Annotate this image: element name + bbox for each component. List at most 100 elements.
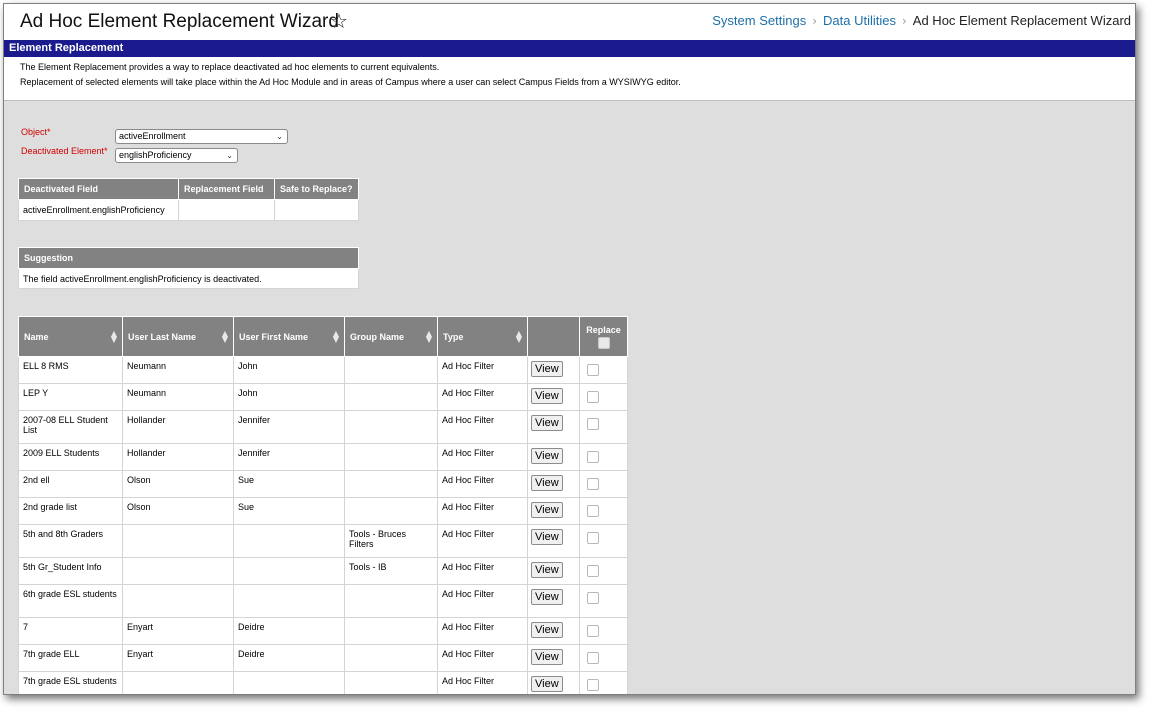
cell-user-last-name: Olson	[122, 470, 234, 498]
cell-view: View	[527, 497, 580, 525]
cell-replace	[579, 470, 628, 498]
view-button[interactable]: View	[531, 622, 563, 638]
deactivated-element-select-value: englishProficiency	[119, 150, 192, 160]
results-table: Name ▲ ▼ User Last Name ▲ ▼ User First Name ▲…	[18, 316, 628, 694]
cell-view: View	[527, 443, 580, 471]
cell-group-name	[344, 644, 438, 672]
cell-view: View	[527, 356, 580, 384]
title-bar: Ad Hoc Element Replacement Wizard ☆ Syst…	[4, 4, 1135, 39]
cell-user-first-name	[233, 671, 345, 694]
cell-group-name	[344, 383, 438, 411]
cell-user-last-name: Hollander	[122, 443, 234, 471]
favorite-star-icon[interactable]: ☆	[330, 9, 348, 33]
col-user-last-name[interactable]: User Last Name ▲ ▼	[122, 316, 234, 357]
table-row: 2009 ELL Students Hollander Jennifer Ad Hoc…	[18, 443, 628, 471]
replace-checkbox[interactable]	[587, 679, 599, 691]
view-button[interactable]: View	[531, 676, 563, 692]
field-table-header: Deactivated Field	[18, 178, 179, 200]
cell-group-name	[344, 617, 438, 645]
view-button[interactable]: View	[531, 388, 563, 404]
cell-view: View	[527, 557, 580, 585]
view-button[interactable]: View	[531, 361, 563, 377]
replace-checkbox[interactable]	[587, 391, 599, 403]
col-group-name[interactable]: Group Name ▲ ▼	[344, 316, 438, 357]
table-row: 5th and 8th Graders Tools - Bruces Filter…	[18, 524, 628, 558]
cell-group-name	[344, 470, 438, 498]
cell-replace	[579, 524, 628, 558]
view-button[interactable]: View	[531, 649, 563, 665]
view-button[interactable]: View	[531, 415, 563, 431]
replace-checkbox[interactable]	[587, 592, 599, 604]
view-button[interactable]: View	[531, 448, 563, 464]
view-button[interactable]: View	[531, 562, 563, 578]
deactivated-element-label: Deactivated Element*	[21, 146, 108, 156]
cell-user-first-name	[233, 524, 345, 558]
cell-user-first-name: John	[233, 356, 345, 384]
view-button[interactable]: View	[531, 475, 563, 491]
cell-user-first-name: Deidre	[233, 644, 345, 672]
cell-user-last-name	[122, 557, 234, 585]
object-select[interactable]: activeEnrollment ⌄	[115, 129, 288, 144]
content-area: Object* activeEnrollment ⌄ Deactivated E…	[4, 101, 1135, 694]
field-table-header: Replacement Field	[178, 178, 275, 200]
cell-user-last-name: Olson	[122, 497, 234, 525]
breadcrumb-system-settings[interactable]: System Settings	[712, 13, 806, 28]
col-name[interactable]: Name ▲ ▼	[18, 316, 123, 357]
suggestion-text: The field activeEnrollment.englishProfic…	[18, 268, 359, 289]
cell-replace	[579, 644, 628, 672]
view-button[interactable]: View	[531, 502, 563, 518]
breadcrumb-current: Ad Hoc Element Replacement Wizard	[912, 13, 1131, 28]
deactivated-element-select[interactable]: englishProficiency ⌄	[115, 148, 238, 163]
cell-user-first-name: Sue	[233, 470, 345, 498]
replace-checkbox[interactable]	[587, 418, 599, 430]
sort-icon: ▲ ▼	[110, 328, 117, 344]
table-row: 2007-08 ELL Student List Hollander Jennife…	[18, 410, 628, 444]
replace-checkbox[interactable]	[587, 625, 599, 637]
section-header: Element Replacement	[4, 40, 1135, 57]
cell-view: View	[527, 524, 580, 558]
cell-type: Ad Hoc Filter	[437, 497, 528, 525]
cell-user-first-name: Sue	[233, 497, 345, 525]
cell-user-last-name	[122, 584, 234, 618]
cell-type: Ad Hoc Filter	[437, 524, 528, 558]
cell-view: View	[527, 617, 580, 645]
object-select-value: activeEnrollment	[119, 131, 186, 141]
view-button[interactable]: View	[531, 529, 563, 545]
cell-type: Ad Hoc Filter	[437, 470, 528, 498]
replace-checkbox[interactable]	[587, 505, 599, 517]
cell-type: Ad Hoc Filter	[437, 617, 528, 645]
cell-user-last-name: Enyart	[122, 617, 234, 645]
chevron-right-icon: ›	[901, 13, 907, 28]
replace-checkbox[interactable]	[587, 478, 599, 490]
cell-name: 2007-08 ELL Student List	[18, 410, 123, 444]
replace-checkbox[interactable]	[587, 364, 599, 376]
cell-user-first-name: John	[233, 383, 345, 411]
replace-checkbox[interactable]	[587, 565, 599, 577]
cell-name: 2009 ELL Students	[18, 443, 123, 471]
view-button[interactable]: View	[531, 589, 563, 605]
cell-view: View	[527, 584, 580, 618]
replace-checkbox[interactable]	[587, 451, 599, 463]
cell-replace	[579, 671, 628, 694]
cell-user-first-name: Jennifer	[233, 410, 345, 444]
page-title: Ad Hoc Element Replacement Wizard	[20, 11, 339, 32]
breadcrumb-data-utilities[interactable]: Data Utilities	[823, 13, 896, 28]
description-line-2: Replacement of selected elements will ta…	[20, 77, 681, 87]
col-replace: Replace	[579, 316, 628, 357]
description-line-1: The Element Replacement provides a way t…	[20, 62, 440, 72]
col-type[interactable]: Type ▲ ▼	[437, 316, 528, 357]
cell-group-name	[344, 356, 438, 384]
replace-checkbox[interactable]	[587, 652, 599, 664]
sort-icon: ▲ ▼	[425, 328, 432, 344]
cell-user-last-name: Neumann	[122, 383, 234, 411]
cell-replace	[579, 617, 628, 645]
replace-checkbox[interactable]	[587, 532, 599, 544]
cell-type: Ad Hoc Filter	[437, 410, 528, 444]
cell-group-name	[344, 410, 438, 444]
cell-user-last-name: Enyart	[122, 644, 234, 672]
cell-user-last-name	[122, 524, 234, 558]
table-row: 7 Enyart Deidre Ad Hoc Filter View	[18, 617, 628, 645]
cell-view: View	[527, 383, 580, 411]
select-all-checkbox[interactable]	[597, 336, 610, 349]
col-user-first-name[interactable]: User First Name ▲ ▼	[233, 316, 345, 357]
